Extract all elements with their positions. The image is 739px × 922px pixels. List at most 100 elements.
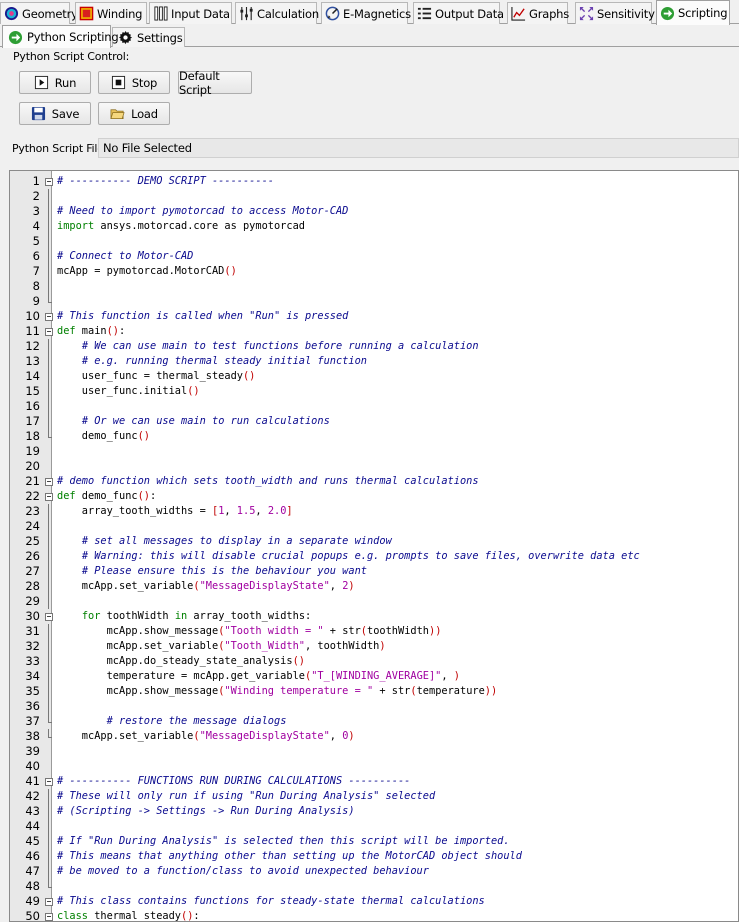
code-text: # demo function which sets tooth_width a… [57, 474, 479, 489]
line-number: 3 [32, 204, 40, 218]
tab-scripting-label: Scripting [678, 6, 728, 20]
fold-toggle-icon[interactable] [45, 894, 53, 909]
line-number: 36 [25, 699, 40, 713]
code-text: for toothWidth in array_tooth_widths: [57, 609, 311, 624]
code-token: for [81, 610, 101, 622]
code-token: , [224, 505, 237, 517]
tab-calculation[interactable]: Calculation [235, 2, 319, 24]
tab-output-data[interactable]: Output Data [413, 2, 504, 24]
python-script-file-field: No File Selected [98, 138, 739, 158]
stop-button[interactable]: Stop [98, 71, 170, 94]
fold-guide [45, 549, 52, 564]
code-text: # This means that anything other than se… [57, 849, 522, 864]
tab-input-data[interactable]: Input Data [149, 2, 232, 24]
default-script-button[interactable]: Default Script [178, 69, 252, 97]
code-token: # ---------- DEMO SCRIPT ---------- [57, 175, 274, 187]
line-number: 31 [25, 624, 40, 638]
line-number: 17 [25, 414, 40, 428]
fold-toggle-icon[interactable] [45, 489, 53, 504]
code-line: 36 [10, 699, 738, 714]
fold-toggle-icon[interactable] [45, 909, 53, 921]
code-text: # ---------- DEMO SCRIPT ---------- [57, 174, 274, 189]
line-number: 27 [25, 564, 40, 578]
line-number: 48 [25, 879, 40, 893]
tab-geometry[interactable]: Geometry [0, 2, 78, 24]
fold-guide [45, 669, 52, 684]
tab-python-scripting[interactable]: Python Scripting [2, 25, 119, 48]
calculation-sliders-icon [239, 6, 254, 21]
fold-guide [45, 249, 52, 264]
fold-guide [45, 804, 52, 819]
code-line: 33 mcApp.do_steady_state_analysis() [10, 654, 738, 669]
fold-guide [45, 819, 52, 834]
fold-guide [45, 354, 52, 369]
code-token: "T_[WINDING_AVERAGE]" [311, 670, 442, 682]
code-text: # e.g. running thermal steady initial fu… [57, 354, 367, 369]
code-line: 14 user_func = thermal_steady() [10, 369, 738, 384]
fold-guide [45, 564, 52, 579]
code-token: , toothWidth [304, 640, 380, 652]
tab-e-magnetics[interactable]: E-Magnetics [321, 2, 411, 24]
code-token: # be moved to a function/class to avoid … [57, 865, 429, 877]
code-token: array_tooth_widths: [187, 610, 312, 622]
code-line: 49 # This class contains functions for st… [10, 894, 738, 909]
fold-guide [45, 399, 52, 414]
tab-output-data-label: Output Data [435, 6, 504, 21]
line-number: 6 [32, 249, 40, 263]
line-number: 33 [25, 654, 40, 668]
fold-guide [45, 534, 52, 549]
code-line: 40 [10, 759, 738, 774]
fold-toggle-icon[interactable] [45, 174, 53, 189]
stop-button-label: Stop [131, 75, 158, 90]
tab-sensitivity-label: Sensitivity [597, 6, 655, 21]
tab-winding[interactable]: Winding [75, 2, 147, 24]
line-number: 14 [25, 369, 40, 383]
code-token: mcApp.show_message [57, 685, 219, 697]
fold-toggle-icon[interactable] [45, 309, 53, 324]
fold-toggle-icon[interactable] [45, 774, 53, 789]
fold-toggle-icon[interactable] [45, 474, 53, 489]
load-button[interactable]: Load [98, 102, 170, 125]
code-token: () [106, 325, 120, 337]
fold-guide [45, 519, 52, 534]
fold-guide [45, 189, 52, 204]
fold-guide [45, 849, 52, 864]
save-button[interactable]: Save [19, 102, 91, 125]
code-line: 31 mcApp.show_message("Tooth width = " +… [10, 624, 738, 639]
code-editor[interactable]: 1 # ---------- DEMO SCRIPT ---------- 2 3 # … [9, 170, 739, 922]
fold-toggle-icon[interactable] [45, 324, 53, 339]
code-token: # This function is called when "Run" is … [57, 310, 349, 322]
code-token: # set all messages to display in a separ… [81, 535, 392, 547]
code-text: mcApp.set_variable("Tooth_Width", toothW… [57, 639, 386, 654]
fold-guide [45, 684, 52, 699]
code-token: # demo function which sets tooth_width a… [57, 475, 479, 487]
main-tab-bar: Geometry Winding Input Data Calculation E-Ma… [0, 0, 739, 25]
code-text: def demo_func(): [57, 489, 156, 504]
tab-graphs[interactable]: Graphs [507, 2, 569, 24]
line-number: 41 [25, 774, 40, 788]
line-number: 2 [32, 189, 40, 203]
fold-toggle-icon[interactable] [45, 609, 53, 624]
gear-icon [118, 30, 133, 45]
fold-guide [45, 384, 52, 399]
code-line: 2 [10, 189, 738, 204]
tab-scripting[interactable]: Scripting [656, 0, 730, 25]
code-line: 5 [10, 234, 738, 249]
code-text: temperature = mcApp.get_variable("T_[WIN… [57, 669, 460, 684]
code-line: 43 # (Scripting -> Settings -> Run During… [10, 804, 738, 819]
code-line: 27 # Please ensure this is the behaviour… [10, 564, 738, 579]
stop-icon [111, 75, 125, 90]
winding-coil-icon [79, 6, 94, 21]
scripting-subtab-bar: Python Scripting Settings [0, 25, 739, 48]
line-number: 13 [25, 354, 40, 368]
code-token: ) [379, 640, 386, 652]
tab-sensitivity[interactable]: Sensitivity [575, 2, 655, 24]
code-line: 6 # Connect to Motor-CAD [10, 249, 738, 264]
run-button[interactable]: Run [19, 71, 91, 94]
code-token: # Connect to Motor-CAD [57, 250, 194, 262]
line-number: 24 [25, 519, 40, 533]
code-token: # (Scripting -> Settings -> Run During A… [57, 805, 355, 817]
tab-settings[interactable]: Settings [112, 27, 185, 47]
code-line: 3 # Need to import pymotorcad to access M… [10, 204, 738, 219]
line-number: 50 [25, 909, 40, 922]
